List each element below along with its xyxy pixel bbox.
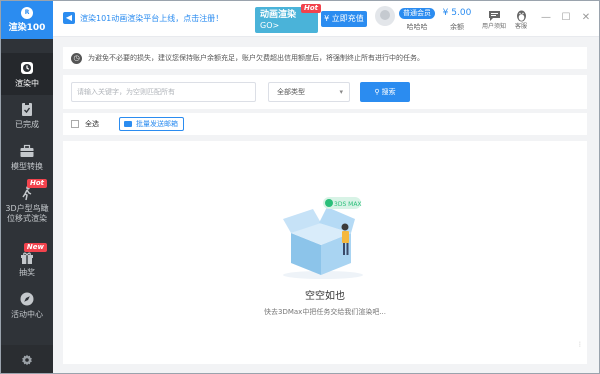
logo-text: 渲染100 xyxy=(8,23,46,33)
sidebar-item-label: 抽奖 xyxy=(19,268,35,277)
clipboard-check-icon xyxy=(19,101,35,117)
promo-sub: GO> xyxy=(260,21,280,30)
member-level-badge: 普通会员 xyxy=(399,8,435,19)
select-all-label: 全选 xyxy=(85,120,99,128)
customer-service-button[interactable]: 客服 xyxy=(506,7,536,30)
settings-button[interactable] xyxy=(1,345,53,373)
new-badge: New xyxy=(23,243,47,252)
batch-send-email-label: 批量发送邮箱 xyxy=(136,120,178,128)
empty-tag: 3DS MAX xyxy=(334,201,362,208)
search-button-label: 搜索 xyxy=(381,88,396,96)
sidebar-item-model-convert[interactable]: 模型转换 xyxy=(1,143,53,172)
batch-send-email-button[interactable]: 批量发送邮箱 xyxy=(119,117,184,131)
type-select[interactable]: 全部类型 ▾ xyxy=(268,82,350,102)
sidebar-item-label: 模型转换 xyxy=(11,162,43,171)
balance-warning: ◷ 为避免不必要的损失，建议您保持账户余额充足，账户欠费超出信用额度后，将强制终… xyxy=(63,47,587,69)
search-input[interactable]: 请输入关键字，为空则匹配所有 xyxy=(71,82,256,102)
username: 哈哈哈 xyxy=(406,23,428,31)
search-button[interactable]: ⚲ 搜索 xyxy=(360,82,410,102)
scroll-indicator[interactable]: ⋮ xyxy=(577,341,583,348)
megaphone-icon: ◀ xyxy=(63,12,75,24)
sidebar-item-label: 渲染中 xyxy=(15,78,39,88)
hot-badge: Hot xyxy=(26,179,47,188)
type-select-value: 全部类型 xyxy=(277,88,305,96)
penguin-icon xyxy=(515,7,528,22)
app-window: R 渲染100 渲染中 已完成 模型转换 3D户型鸟瞰 位移式渲染 Hot 抽奖… xyxy=(0,0,600,374)
briefcase-icon xyxy=(19,143,35,159)
sidebar-item-rendering[interactable]: 渲染中 xyxy=(1,53,53,95)
user-notice-button[interactable]: 用户须知 xyxy=(479,7,509,30)
empty-subtitle: 快去3DMax中把任务交给我们渲染吧... xyxy=(264,308,386,316)
logo-mark: R xyxy=(21,7,33,19)
chevron-down-icon: ▾ xyxy=(339,88,343,96)
app-logo: R 渲染100 xyxy=(1,1,53,39)
notice-link[interactable]: ◀ 渲染101动画渲染平台上线，点击注册！ xyxy=(63,12,223,24)
sidebar-item-label: 3D户型鸟瞰 位移式渲染 xyxy=(5,204,49,223)
balance-value: ¥ 5.00 xyxy=(442,8,472,18)
balance-label: 余额 xyxy=(450,23,464,31)
sidebar-item-label: 已完成 xyxy=(15,120,39,129)
chat-bubble-icon xyxy=(488,7,501,21)
sidebar-item-activity[interactable]: 活动中心 xyxy=(1,291,53,320)
sidebar-item-label: 活动中心 xyxy=(11,310,43,319)
avatar[interactable] xyxy=(375,6,395,26)
empty-box-illustration: 3DS MAX xyxy=(283,197,363,279)
gear-icon xyxy=(22,354,32,366)
task-toolbar: 全选 批量发送邮箱 xyxy=(63,113,587,135)
recharge-button[interactable]: ¥ 立即充值 xyxy=(321,11,367,27)
compass-icon xyxy=(19,291,35,307)
alarm-icon: ◷ xyxy=(71,52,82,64)
empty-title: 空空如也 xyxy=(305,291,345,302)
sidebar-item-completed[interactable]: 已完成 xyxy=(1,101,53,130)
user-notice-label: 用户须知 xyxy=(481,23,506,30)
customer-service-label: 客服 xyxy=(514,23,527,30)
filter-bar: 请输入关键字，为空则匹配所有 全部类型 ▾ ⚲ 搜索 xyxy=(63,75,587,109)
close-button[interactable]: ✕ xyxy=(580,12,592,24)
sidebar-item-lottery[interactable]: 抽奖 New xyxy=(1,243,53,278)
sidebar-item-3d-aerial[interactable]: 3D户型鸟瞰 位移式渲染 Hot xyxy=(1,179,53,224)
minimize-button[interactable]: — xyxy=(540,12,552,24)
task-list-empty: 3DS MAX 空空如也 快去3DMax中把任务交给我们渲染吧... ⋮ xyxy=(63,141,587,364)
top-bar: ◀ 渲染101动画渲染平台上线，点击注册！ 动画渲染 GO> Hot ¥ 立即充… xyxy=(53,1,599,37)
main-panel: ◷ 为避免不必要的损失，建议您保持账户余额充足，账户欠费超出信用额度后，将强制终… xyxy=(53,37,599,373)
select-all-checkbox[interactable] xyxy=(71,120,79,128)
promo-hot-badge: Hot xyxy=(300,4,321,13)
mail-icon xyxy=(124,121,132,127)
render-clock-icon xyxy=(19,60,35,76)
search-icon: ⚲ xyxy=(374,88,382,96)
notice-text: 渲染101动画渲染平台上线，点击注册！ xyxy=(80,13,224,23)
sidebar: R 渲染100 渲染中 已完成 模型转换 3D户型鸟瞰 位移式渲染 Hot 抽奖… xyxy=(1,1,53,373)
animation-render-banner[interactable]: 动画渲染 GO> Hot xyxy=(255,4,321,33)
maximize-button[interactable]: ☐ xyxy=(560,12,572,24)
balance-warning-text: 为避免不必要的损失，建议您保持账户余额充足，账户欠费超出信用额度后，将强制终止所… xyxy=(88,54,424,62)
